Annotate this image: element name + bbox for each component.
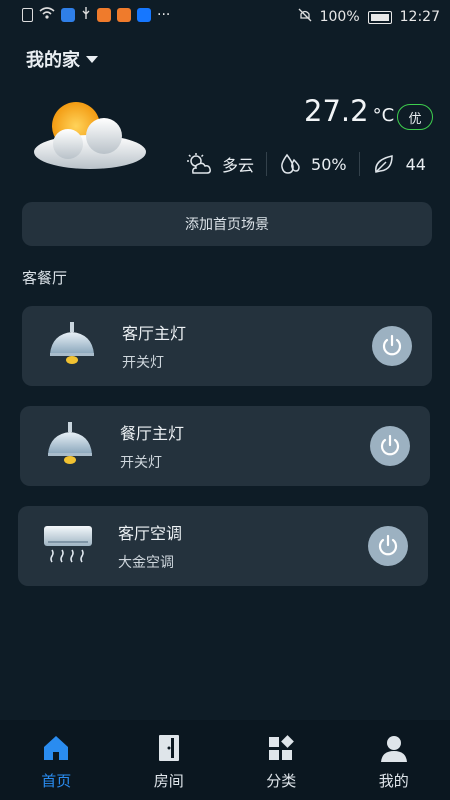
cloudy-weather-icon [34,102,146,169]
nav-label: 我的 [378,772,409,790]
home-name: 我的家 [26,50,80,71]
status-bar: ··· 100% 12:27 [0,0,450,34]
device-card[interactable]: 客厅主灯 开关灯 [22,306,432,386]
humidity: 50% [267,152,359,176]
device-card[interactable]: 餐厅主灯 开关灯 [20,406,430,486]
temperature: 27.2 °C [304,94,394,128]
humidity-icon [281,153,300,174]
air-conditioner-icon [44,526,92,563]
notification-icons: ··· [22,6,170,24]
home-icon [44,736,69,760]
nav-label: 房间 [153,772,184,790]
battery-icon [367,10,392,24]
clock: 12:27 [399,9,440,25]
user-icon [380,736,407,762]
room-title: 客餐厅 [22,269,68,287]
power-button[interactable] [370,426,410,466]
nav-label: 首页 [41,772,72,790]
category-icon [269,735,295,760]
door-icon [158,735,179,761]
nav-category[interactable]: 分类 [225,720,338,800]
nav-mine[interactable]: 我的 [338,720,450,800]
ceiling-lamp-icon [50,322,94,364]
app-notification-icon [117,8,131,22]
air-index: 44 [360,152,438,176]
app-notification-icon [97,8,111,22]
condition: 多云 [186,152,266,176]
weather-details: 多云 50% 44 [186,150,438,178]
air-index-text: 44 [405,154,426,174]
power-icon [378,534,398,556]
nav-label: 分类 [266,772,297,790]
sim-icon [22,8,33,22]
alipay-icon [137,8,151,22]
device-card[interactable]: 客厅空调 大金空调 [18,506,428,586]
battery-percent: 100% [319,9,360,25]
power-icon [382,334,402,356]
nav-rooms[interactable]: 房间 [113,720,226,800]
device-type: 大金空调 [118,555,174,571]
device-type: 开关灯 [120,455,162,471]
power-button[interactable] [368,526,408,566]
ceiling-lamp-icon [48,422,92,464]
wifi-icon [39,6,55,24]
bottom-nav: 首页 房间 分类 我的 [0,720,450,800]
air-quality-badge: 优 [397,104,433,130]
temperature-unit: °C [372,105,395,126]
device-name: 客厅主灯 [122,324,187,343]
home-selector[interactable]: 我的家 [26,46,98,72]
device-name: 客厅空调 [118,524,183,543]
power-button[interactable] [372,326,412,366]
add-home-scene-button[interactable]: 添加首页场景 [22,202,432,246]
more-notifications: ··· [157,7,171,23]
leaf-icon [374,155,393,173]
nav-home[interactable]: 首页 [0,720,113,800]
power-icon [380,434,400,456]
mute-icon [298,8,312,26]
caret-down-icon [86,55,98,63]
partly-cloudy-icon [187,153,211,174]
humidity-text: 50% [311,154,347,174]
condition-text: 多云 [222,156,255,175]
device-name: 餐厅主灯 [120,424,185,443]
temperature-value: 27.2 [304,94,369,128]
app-notification-icon [61,8,75,22]
device-type: 开关灯 [122,355,164,371]
usb-icon [81,6,91,24]
